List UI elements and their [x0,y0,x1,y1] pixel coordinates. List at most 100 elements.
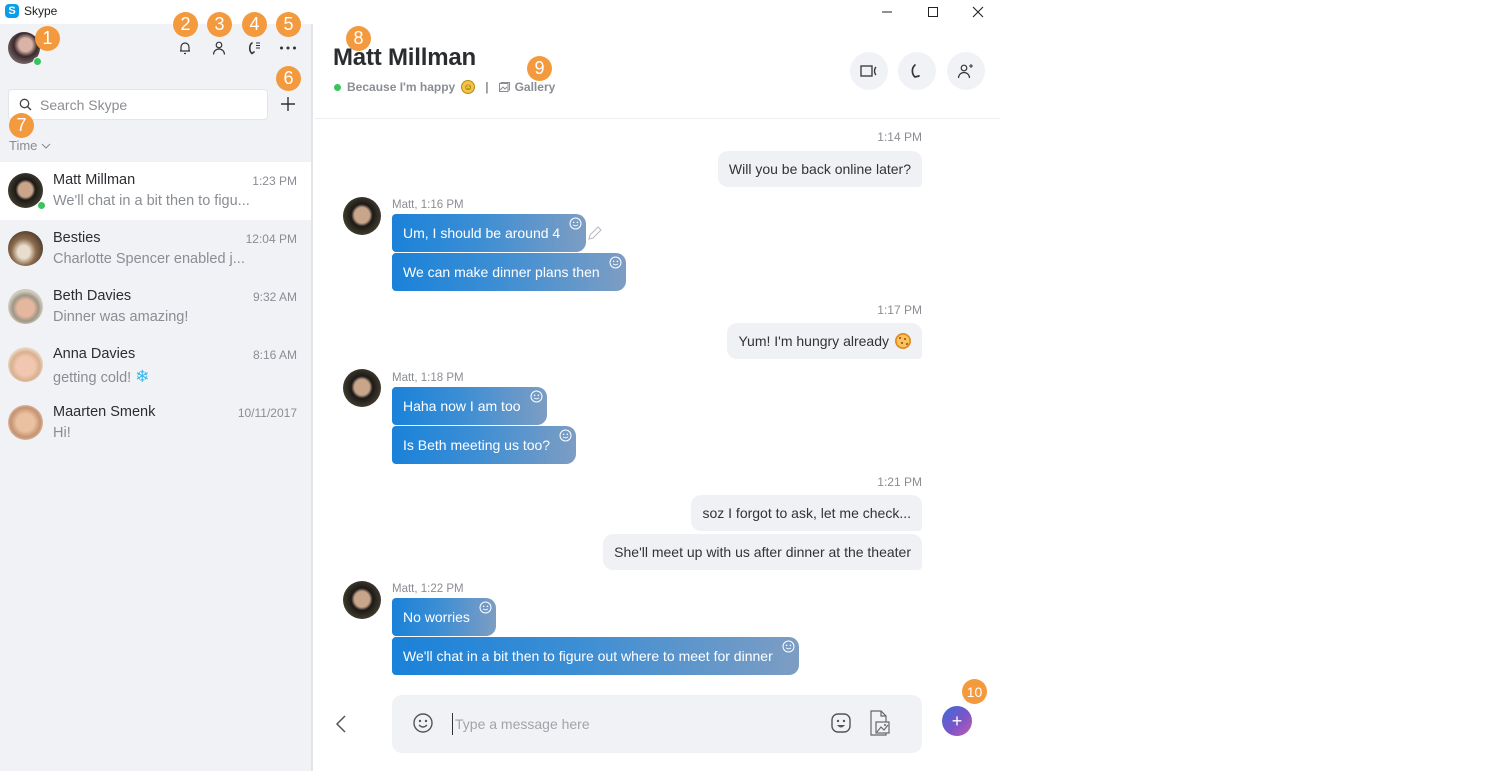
phone-icon [911,64,920,78]
smiley-reaction-icon[interactable] [782,640,795,653]
smiley-reaction-icon[interactable] [609,256,622,269]
sender-avatar[interactable] [343,581,381,619]
sort-label: Time [9,138,38,153]
pencil-edit-icon[interactable] [586,224,604,242]
avatar [8,231,43,266]
notifications-button[interactable] [173,36,197,60]
separator: | [485,80,489,94]
more-options-button[interactable] [276,36,300,60]
callout-badge: 1 [35,26,60,51]
chat-list: Matt Millman 1:23 PM We'll chat in a bit… [0,162,311,452]
new-chat-button[interactable] [276,92,300,116]
timestamp: 1:14 PM [877,130,922,144]
conversation-pane: Matt Millman Because I'm happy ☺ | Galle… [315,24,1000,771]
smiley-reaction-icon[interactable] [559,429,572,442]
chat-item-anna-davies[interactable]: Anna Davies 8:16 AM getting cold! ❄ [0,336,311,394]
chat-preview: Charlotte Spencer enabled j... [53,251,245,267]
callout-badge: 10 [962,679,987,704]
video-call-button[interactable] [850,52,888,90]
minimize-button[interactable] [864,0,910,24]
avatar [8,347,43,382]
message-incoming[interactable]: Haha now I am too [392,387,547,425]
smiley-reaction-icon[interactable] [530,390,543,403]
callout-badge: 3 [207,12,232,37]
message-text: Um, I should be around 4 [403,225,561,241]
callout-badge: 9 [527,56,552,81]
sticker-icon[interactable] [830,712,852,734]
callout-badge: 4 [242,12,267,37]
online-status-indicator [334,83,341,91]
close-button[interactable] [955,0,1001,24]
app-title: Skype [24,4,58,18]
send-file-image-icon[interactable] [869,710,891,736]
chat-name: Anna Davies [53,346,136,362]
timestamp: 1:17 PM [877,303,922,317]
contacts-button[interactable] [207,36,231,60]
sort-dropdown[interactable]: Time [9,138,51,153]
search-icon [19,98,32,111]
chat-preview: getting cold! [53,370,132,386]
back-button[interactable] [331,712,351,736]
message-outgoing[interactable]: She'll meet up with us after dinner at t… [603,534,922,570]
message-incoming[interactable]: Is Beth meeting us too? [392,426,577,464]
calls-button[interactable] [242,36,266,60]
chat-preview: We'll chat in a bit then to figu... [53,193,250,209]
ellipsis-icon [280,46,296,50]
chat-item-besties[interactable]: Besties 12:04 PM Charlotte Spencer enabl… [0,220,311,278]
title-bar: S Skype [0,0,1000,24]
conversation-subtitle: Because I'm happy ☺ | Gallery [334,80,555,94]
message-text: We'll chat in a bit then to figure out w… [403,648,773,664]
close-icon [972,6,984,18]
callout-badge: 5 [276,12,301,37]
add-content-button[interactable]: + [942,706,972,736]
message-text: No worries [403,609,470,625]
maximize-button[interactable] [910,0,956,24]
chat-time: 8:16 AM [252,348,297,362]
avatar [8,405,43,440]
emoji-picker-icon[interactable] [412,712,434,734]
message-input[interactable] [452,713,812,735]
chat-name: Matt Millman [53,172,136,188]
chat-name: Maarten Smenk [53,404,156,420]
smiley-reaction-icon[interactable] [479,601,492,614]
chat-item-maarten-smenk[interactable]: Maarten Smenk 10/11/2017 Hi! [0,394,311,452]
maximize-icon [928,7,938,17]
message-outgoing[interactable]: soz I forgot to ask, let me check... [691,495,922,531]
chevron-down-icon [42,143,51,149]
chat-item-matt-millman[interactable]: Matt Millman 1:23 PM We'll chat in a bit… [0,162,311,220]
callout-badge: 8 [346,26,371,51]
chat-name: Beth Davies [53,288,132,304]
message-outgoing[interactable]: Will you be back online later? [717,151,922,187]
audio-call-button[interactable] [898,52,936,90]
message-text: Is Beth meeting us too? [403,437,551,453]
online-status-indicator [37,201,46,210]
chat-time: 9:32 AM [252,290,297,304]
search-input[interactable] [40,96,250,113]
add-participants-button[interactable] [947,52,985,90]
message-incoming[interactable]: Um, I should be around 4 [392,214,587,252]
grinning-face-icon: ☺ [461,80,476,94]
chat-item-beth-davies[interactable]: Beth Davies 9:32 AM Dinner was amazing! [0,278,311,336]
callout-badge: 6 [276,66,301,91]
smiley-reaction-icon[interactable] [569,217,582,230]
sender-avatar[interactable] [343,369,381,407]
message-outgoing[interactable]: Yum! I'm hungry already [727,323,922,359]
sender-avatar[interactable] [343,197,381,235]
bell-icon [180,42,190,55]
gallery-link[interactable]: Gallery [498,80,555,94]
person-icon [212,41,226,55]
message-incoming[interactable]: We'll chat in a bit then to figure out w… [392,637,799,675]
message-text: We can make dinner plans then [403,264,600,280]
search-box[interactable] [8,89,268,120]
call-history-icon [248,42,260,55]
chevron-left-icon [335,715,346,733]
message-incoming[interactable]: No worries [392,598,496,636]
mood-message: Because I'm happy [347,80,456,94]
skype-logo-icon: S [5,4,19,18]
message-incoming[interactable]: We can make dinner plans then [392,253,626,291]
chat-time: 10/11/2017 [237,406,297,420]
message-text: Haha now I am too [403,398,521,414]
chat-time: 1:23 PM [252,174,297,188]
gallery-icon [498,82,510,92]
minimize-icon [882,11,892,13]
